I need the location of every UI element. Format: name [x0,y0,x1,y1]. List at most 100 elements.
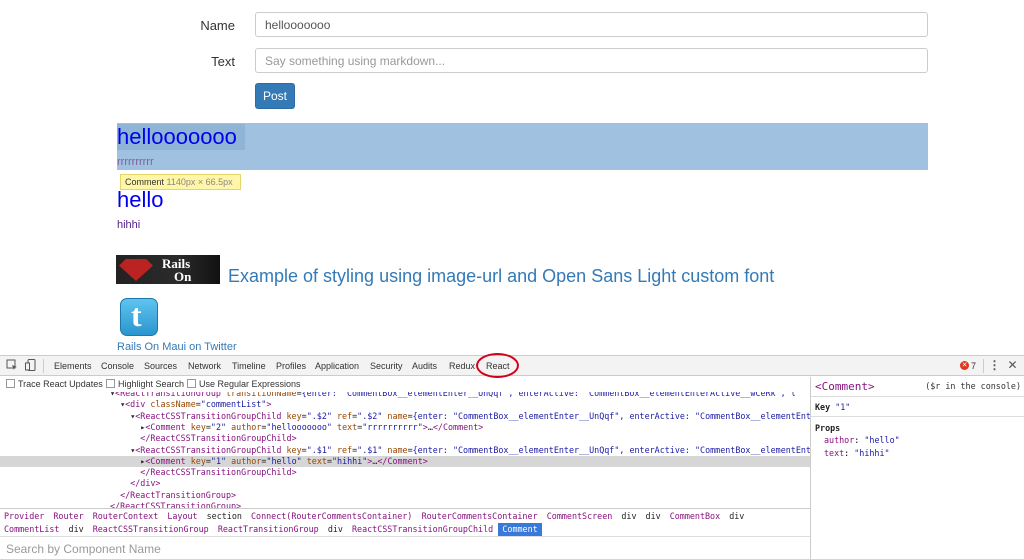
tree-node-text: ▾<div className="commentList"> [120,399,272,410]
checkbox-box[interactable] [6,379,15,389]
tab-redux[interactable]: Redux [449,356,475,376]
comment-author: hello [117,187,164,212]
breadcrumb-item[interactable]: CommentBox [670,510,720,523]
key-value: "1" [835,402,851,412]
console-hint: ($r in the console) [925,381,1021,391]
tree-node[interactable]: </ReactCSSTransitionGroupChild> [0,433,810,444]
web-page: Name Text Post hellooooooo rrrrrrrrrr Co… [0,0,1024,355]
twitter-link[interactable]: Rails On Maui on Twitter [117,341,237,353]
tree-node[interactable]: </ReactCSSTransitionGroup> [0,501,810,508]
text-input[interactable] [255,48,928,73]
breadcrumb-item[interactable]: RouterContext [93,510,159,523]
tab-profiles[interactable]: Profiles [276,356,306,376]
comment-author: hellooooooo [117,124,237,149]
tree-node[interactable]: ▾<ReactTransitionGroup transitionName={e… [0,392,810,399]
tree-node[interactable]: </div> [0,478,810,489]
selected-component-name: <Comment> [815,380,875,393]
ruby-icon [119,259,153,281]
more-options-icon[interactable]: ⋮ [988,359,1001,372]
breadcrumb-item[interactable]: div [621,510,636,523]
tree-node[interactable]: ▾<ReactCSSTransitionGroupChild key=".$2"… [0,411,810,422]
prop-sep: : [844,448,855,458]
search-input[interactable] [0,537,810,559]
breadcrumb-item[interactable]: Comment [498,523,542,536]
breadcrumb-item[interactable]: ReactTransitionGroup [218,523,319,536]
tab-audits[interactable]: Audits [412,356,437,376]
component-tree: ▾<ReactTransitionGroup transitionName={e… [0,392,810,508]
tree-node-text: </ReactCSSTransitionGroupChild> [140,467,297,478]
props-label: Props [815,423,841,433]
prop-key: author [824,435,855,445]
rails-on-maui-logo: Rails On Maui [116,255,220,284]
tab-elements[interactable]: Elements [54,356,92,376]
error-count[interactable]: 7 [971,356,976,376]
error-icon[interactable]: ✕ [960,361,969,370]
prop-sep: : [854,435,865,445]
comment-text: hihhi [117,219,141,231]
prop-key: text [824,448,845,458]
highlight-search-checkbox[interactable]: Highlight Search [106,379,184,389]
component-breadcrumb: Provider Router RouterContext Layout section… [0,508,810,536]
tree-node[interactable]: </ReactCSSTransitionGroupChild> [0,467,810,478]
breadcrumb-item[interactable]: CommentScreen [547,510,613,523]
name-label: Name [200,18,235,33]
breadcrumb-item[interactable]: Connect(RouterCommentsContainer) [251,510,412,523]
tree-node[interactable]: ▸<Comment key="2" author="hellooooooo" t… [0,422,810,433]
close-icon[interactable]: ✕ [1006,359,1019,372]
tab-console[interactable]: Console [101,356,134,376]
tab-security[interactable]: Security [370,356,403,376]
checkbox-box[interactable] [187,379,196,389]
tree-node-text: </ReactCSSTransitionGroup> [110,501,242,508]
tree-node-text: ▾<ReactCSSTransitionGroupChild key=".$1"… [130,444,810,455]
toolbar-divider [983,359,984,373]
inspect-element-icon[interactable] [5,359,18,372]
post-button[interactable]: Post [255,83,295,109]
breadcrumb-item[interactable]: div [69,523,84,536]
tree-node-text: ▸<Comment key="1" author="hello" text="h… [140,455,428,466]
breadcrumb-item[interactable]: ReactCSSTransitionGroupChild [352,523,493,536]
prop-value: "hello" [864,435,900,445]
trace-updates-checkbox[interactable]: Trace React Updates [6,379,103,389]
name-input[interactable] [255,12,928,37]
text-label: Text [211,54,235,69]
breadcrumb-item[interactable]: ReactCSSTransitionGroup [93,523,209,536]
tree-node[interactable]: ▾<ReactCSSTransitionGroupChild key=".$1"… [0,445,810,456]
breadcrumb-item[interactable]: CommentList [4,523,59,536]
tooltip-dimensions: 1140px × 66.5px [166,177,233,187]
tree-node[interactable]: ▾<div className="commentList"> [0,399,810,410]
prop-row[interactable]: text: "hihhi" [824,448,890,458]
tooltip-component-name: Comment [125,177,165,187]
react-tab-annotation-circle [476,353,519,378]
breadcrumb-item[interactable]: RouterCommentsContainer [422,510,538,523]
tab-sources[interactable]: Sources [144,356,177,376]
breadcrumb-item[interactable]: div [646,510,661,523]
tree-node-text: ▾<ReactTransitionGroup transitionName={e… [110,392,796,398]
breadcrumb-item[interactable]: div [729,510,744,523]
breadcrumb-item[interactable]: section [207,510,242,523]
checkbox-box[interactable] [106,379,115,389]
prop-row[interactable]: author: "hello" [824,435,900,445]
comment-text: rrrrrrrrrr [117,156,154,168]
twitter-icon-letter: t [131,297,142,333]
tree-node[interactable]: ▸<Comment key="1" author="hello" text="h… [0,455,810,467]
use-regex-checkbox[interactable]: Use Regular Expressions [187,379,301,389]
breadcrumb-item[interactable]: Provider [4,510,44,523]
breadcrumb-item[interactable]: Layout [167,510,197,523]
breadcrumb-item[interactable]: Router [53,510,83,523]
tab-application[interactable]: Application [315,356,359,376]
twitter-icon[interactable]: t [120,297,158,336]
option-label: Highlight Search [118,379,185,389]
props-side-pane: <Comment> ($r in the console) Key "1" Pr… [810,377,1024,559]
option-label: Use Regular Expressions [199,379,301,389]
tab-timeline[interactable]: Timeline [232,356,266,376]
option-label: Trace React Updates [18,379,103,389]
component-search [0,536,810,559]
styling-example-link[interactable]: Example of styling using image-url and O… [228,266,774,287]
tab-network[interactable]: Network [188,356,221,376]
side-pane-header: <Comment> ($r in the console) [811,377,1024,397]
key-row: Key "1" [815,402,850,412]
breadcrumb-item[interactable]: div [328,523,343,536]
tree-node[interactable]: </ReactTransitionGroup> [0,490,810,501]
device-mode-icon[interactable] [24,359,37,372]
key-label: Key [815,402,831,412]
